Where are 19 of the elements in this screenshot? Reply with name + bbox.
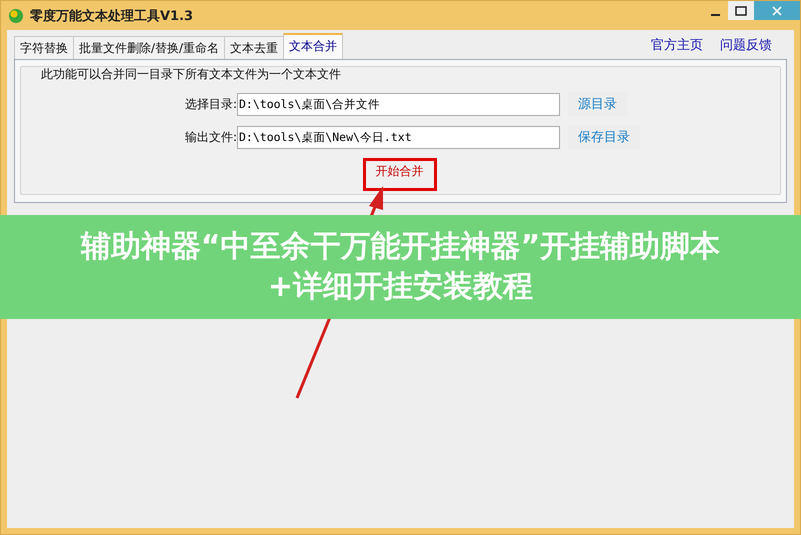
minimize-icon — [710, 14, 720, 16]
input-field[interactable]: D:\tools\桌面\New\今日.txt — [237, 126, 560, 148]
field-label: 选择目录: — [184, 96, 237, 112]
start-button[interactable]: 开始合并 — [362, 158, 436, 191]
tab[interactable]: 文本合并 — [283, 33, 344, 59]
tab[interactable]: 批量文件删除/替换/重命名 — [73, 36, 226, 59]
banner-text: 辅助神器“中至余干万能开挂神器”开挂辅助脚本+详细开挂安装教程 — [80, 228, 722, 306]
link[interactable]: 问题反馈 — [720, 36, 772, 54]
maximize-icon — [735, 6, 747, 16]
tab[interactable]: 文本去重 — [224, 36, 284, 59]
window-title: 零度万能文本处理工具V1.3 — [30, 8, 194, 25]
input-field[interactable]: D:\tools\桌面\合并文件 — [237, 92, 560, 116]
app-logo-icon — [8, 8, 24, 24]
maximize-button[interactable] — [728, 1, 754, 20]
link[interactable]: 官方主页 — [651, 36, 703, 54]
group-title: 此功能可以合并同一目录下所有文本文件为一个文本文件 — [41, 66, 342, 83]
field-label: 输出文件: — [184, 128, 237, 146]
tab[interactable]: 字符替换 — [14, 36, 74, 59]
close-icon — [772, 6, 782, 16]
